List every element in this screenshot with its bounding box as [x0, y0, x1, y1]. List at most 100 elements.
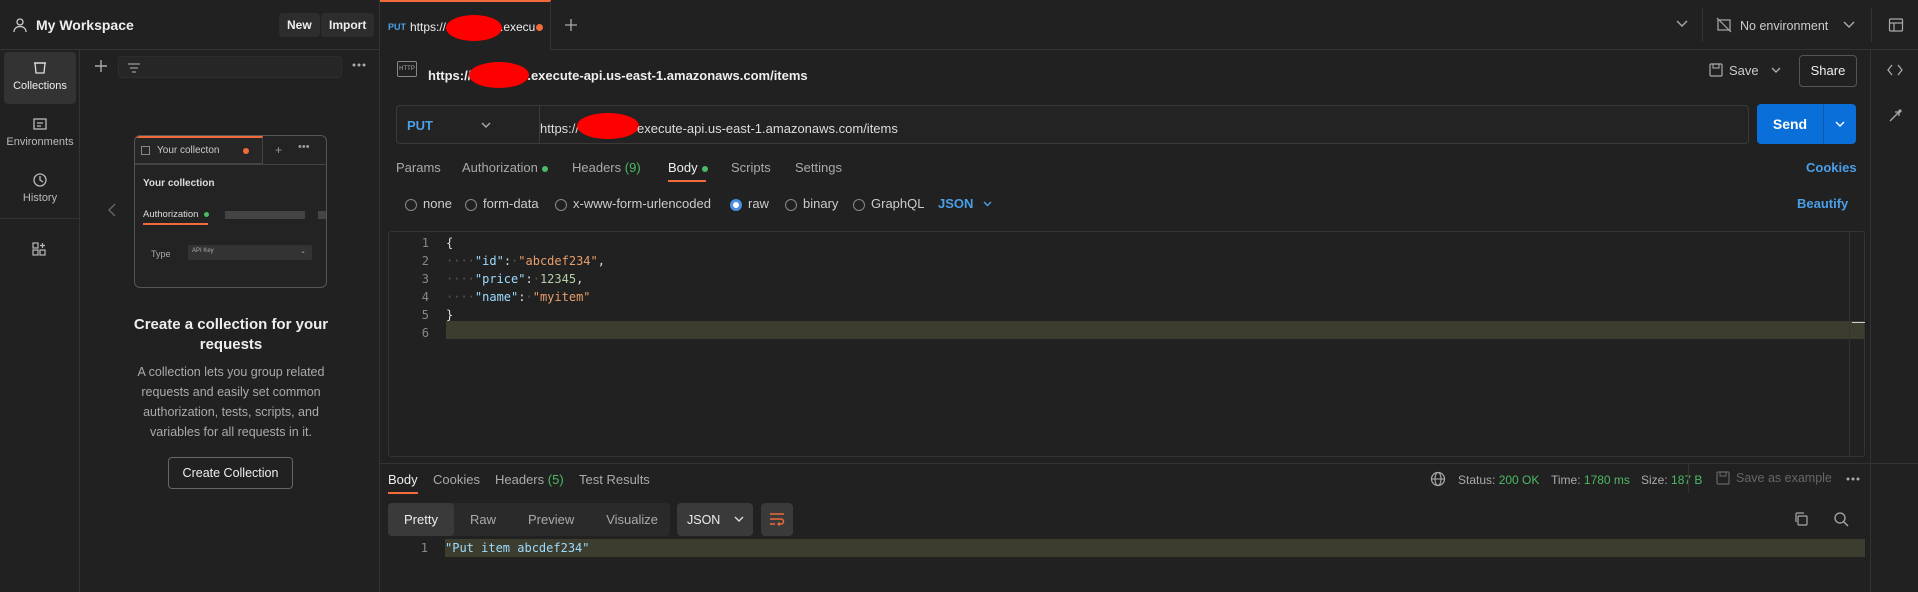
tab-headers[interactable]: Headers (9): [572, 160, 641, 175]
response-format-select[interactable]: JSON: [677, 503, 753, 536]
tab-authorization[interactable]: Authorization: [462, 160, 548, 175]
preview-divider: [135, 164, 326, 165]
view-raw[interactable]: Raw: [454, 503, 512, 536]
import-button[interactable]: Import: [321, 13, 375, 37]
code-token: }: [446, 308, 454, 322]
divider: [1688, 463, 1689, 493]
radio-form-data[interactable]: form-data: [465, 196, 539, 211]
filter-input[interactable]: [118, 56, 342, 78]
preview-more-icon: •••: [298, 141, 310, 153]
radio-circle: [405, 198, 417, 211]
tab-settings[interactable]: Settings: [795, 160, 842, 175]
request-body-editor[interactable]: 1 2 3 4 5 6 { ····"id":·"abcdef234", ···…: [388, 231, 1865, 457]
url-input-value: https:// execute-api.us-east-1.amazonaws…: [540, 113, 898, 139]
code-token: 12345: [539, 272, 577, 286]
environment-quick-look-icon[interactable]: [1888, 17, 1904, 33]
workspace-title[interactable]: My Workspace: [36, 17, 134, 33]
url-input[interactable]: https:// execute-api.us-east-1.amazonaws…: [540, 105, 1749, 144]
create-collection-button[interactable]: Create Collection: [168, 457, 293, 489]
response-time[interactable]: Time: 1780 ms: [1551, 473, 1630, 487]
radio-label: form-data: [483, 196, 539, 211]
response-size[interactable]: Size: 187 B: [1641, 473, 1702, 487]
view-pretty[interactable]: Pretty: [388, 503, 454, 536]
environment-select[interactable]: No environment: [1740, 19, 1828, 33]
code-token: "name": [474, 290, 519, 304]
collections-icon: [34, 62, 46, 74]
code-token: "price": [474, 272, 526, 286]
copy-icon[interactable]: [1793, 511, 1809, 527]
environment-chevron-icon[interactable]: [1843, 21, 1855, 29]
tab-label: Headers: [495, 472, 545, 487]
beautify-link[interactable]: Beautify: [1797, 196, 1848, 211]
request-title[interactable]: https:// .execute-api.us-east-1.amazonaw…: [428, 62, 808, 88]
active-tab-underline: [388, 492, 418, 494]
line-number: 1: [420, 541, 428, 555]
divider: [1702, 8, 1703, 42]
code-snippet-icon[interactable]: [1887, 63, 1903, 77]
response-tab-headers[interactable]: Headers (5): [495, 472, 564, 487]
tabs-dropdown-chevron-icon[interactable]: [1676, 20, 1688, 28]
response-tab-body[interactable]: Body: [388, 472, 418, 487]
preview-auth-dot: [204, 212, 209, 217]
radio-binary[interactable]: binary: [785, 196, 838, 211]
time-label: Time:: [1551, 473, 1581, 487]
collection-preview-illustration: Your collecton + ••• Your collection Aut…: [134, 135, 327, 288]
globe-icon[interactable]: [1430, 471, 1446, 487]
method-select[interactable]: PUT: [396, 105, 540, 144]
wrap-lines-button[interactable]: [761, 503, 793, 536]
save-icon: [1709, 63, 1723, 77]
response-body-text: "Put item abcdef234": [445, 541, 590, 555]
save-button[interactable]: Save: [1729, 63, 1759, 78]
apps-icon[interactable]: [31, 241, 47, 257]
code-content: { ····"id":·"abcdef234", ····"price":·12…: [446, 234, 605, 342]
view-preview[interactable]: Preview: [512, 503, 590, 536]
share-button[interactable]: Share: [1799, 55, 1857, 87]
active-tab-underline: [668, 180, 706, 182]
status-dot: [541, 165, 548, 172]
new-button[interactable]: New: [279, 13, 320, 37]
view-visualize[interactable]: Visualize: [590, 503, 674, 536]
tab-scripts[interactable]: Scripts: [731, 160, 771, 175]
more-icon[interactable]: [352, 63, 366, 67]
user-icon[interactable]: [12, 17, 28, 33]
tab-body[interactable]: Body: [668, 160, 708, 175]
send-button[interactable]: Send: [1757, 104, 1856, 144]
response-tab-cookies[interactable]: Cookies: [433, 472, 480, 487]
send-options-chevron-icon[interactable]: [1824, 121, 1856, 128]
sidebar-item-history[interactable]: History: [4, 164, 76, 216]
sidebar-item-label: Environments: [6, 136, 74, 148]
add-icon[interactable]: [94, 59, 108, 73]
history-icon: [33, 173, 47, 187]
tab-put-request[interactable]: PUT https:// .execu: [380, 0, 551, 50]
unsaved-dot: [243, 148, 249, 154]
search-icon[interactable]: [1833, 511, 1849, 527]
body-format-select[interactable]: JSON: [938, 196, 992, 211]
related-icon[interactable]: [1887, 108, 1903, 124]
line-number: 2: [421, 254, 429, 268]
sidebar-item-environments[interactable]: Environments: [4, 108, 76, 160]
radio-raw[interactable]: raw: [730, 196, 769, 211]
radio-none[interactable]: none: [405, 196, 452, 211]
format-value: JSON: [687, 512, 721, 527]
preview-heading: Your collection: [143, 178, 215, 189]
cookies-link[interactable]: Cookies: [1806, 160, 1857, 175]
preview-type-value: API Key: [192, 248, 214, 254]
save-example-icon: [1716, 471, 1730, 485]
radio-urlencoded[interactable]: x-www-form-urlencoded: [555, 196, 711, 211]
sidebar-item-collections[interactable]: Collections: [4, 52, 76, 104]
sidebar-item-label: Collections: [13, 80, 67, 92]
editor-scrollbar-edge: [1849, 232, 1850, 456]
preview-type-select: API Key ⌄: [188, 245, 312, 260]
code-token: {: [446, 236, 454, 250]
response-status[interactable]: Status: 200 OK: [1458, 473, 1539, 487]
line-number: 1: [421, 236, 429, 250]
save-options-chevron-icon[interactable]: [1771, 67, 1781, 74]
response-tab-test-results[interactable]: Test Results: [579, 472, 650, 487]
radio-circle: [465, 198, 477, 211]
new-tab-icon[interactable]: [564, 18, 578, 32]
save-as-example-button[interactable]: Save as example: [1736, 471, 1832, 485]
radio-graphql[interactable]: GraphQL: [853, 196, 924, 211]
preview-plus-icon: +: [275, 143, 283, 157]
tab-params[interactable]: Params: [396, 160, 441, 175]
response-more-icon[interactable]: [1846, 477, 1860, 481]
